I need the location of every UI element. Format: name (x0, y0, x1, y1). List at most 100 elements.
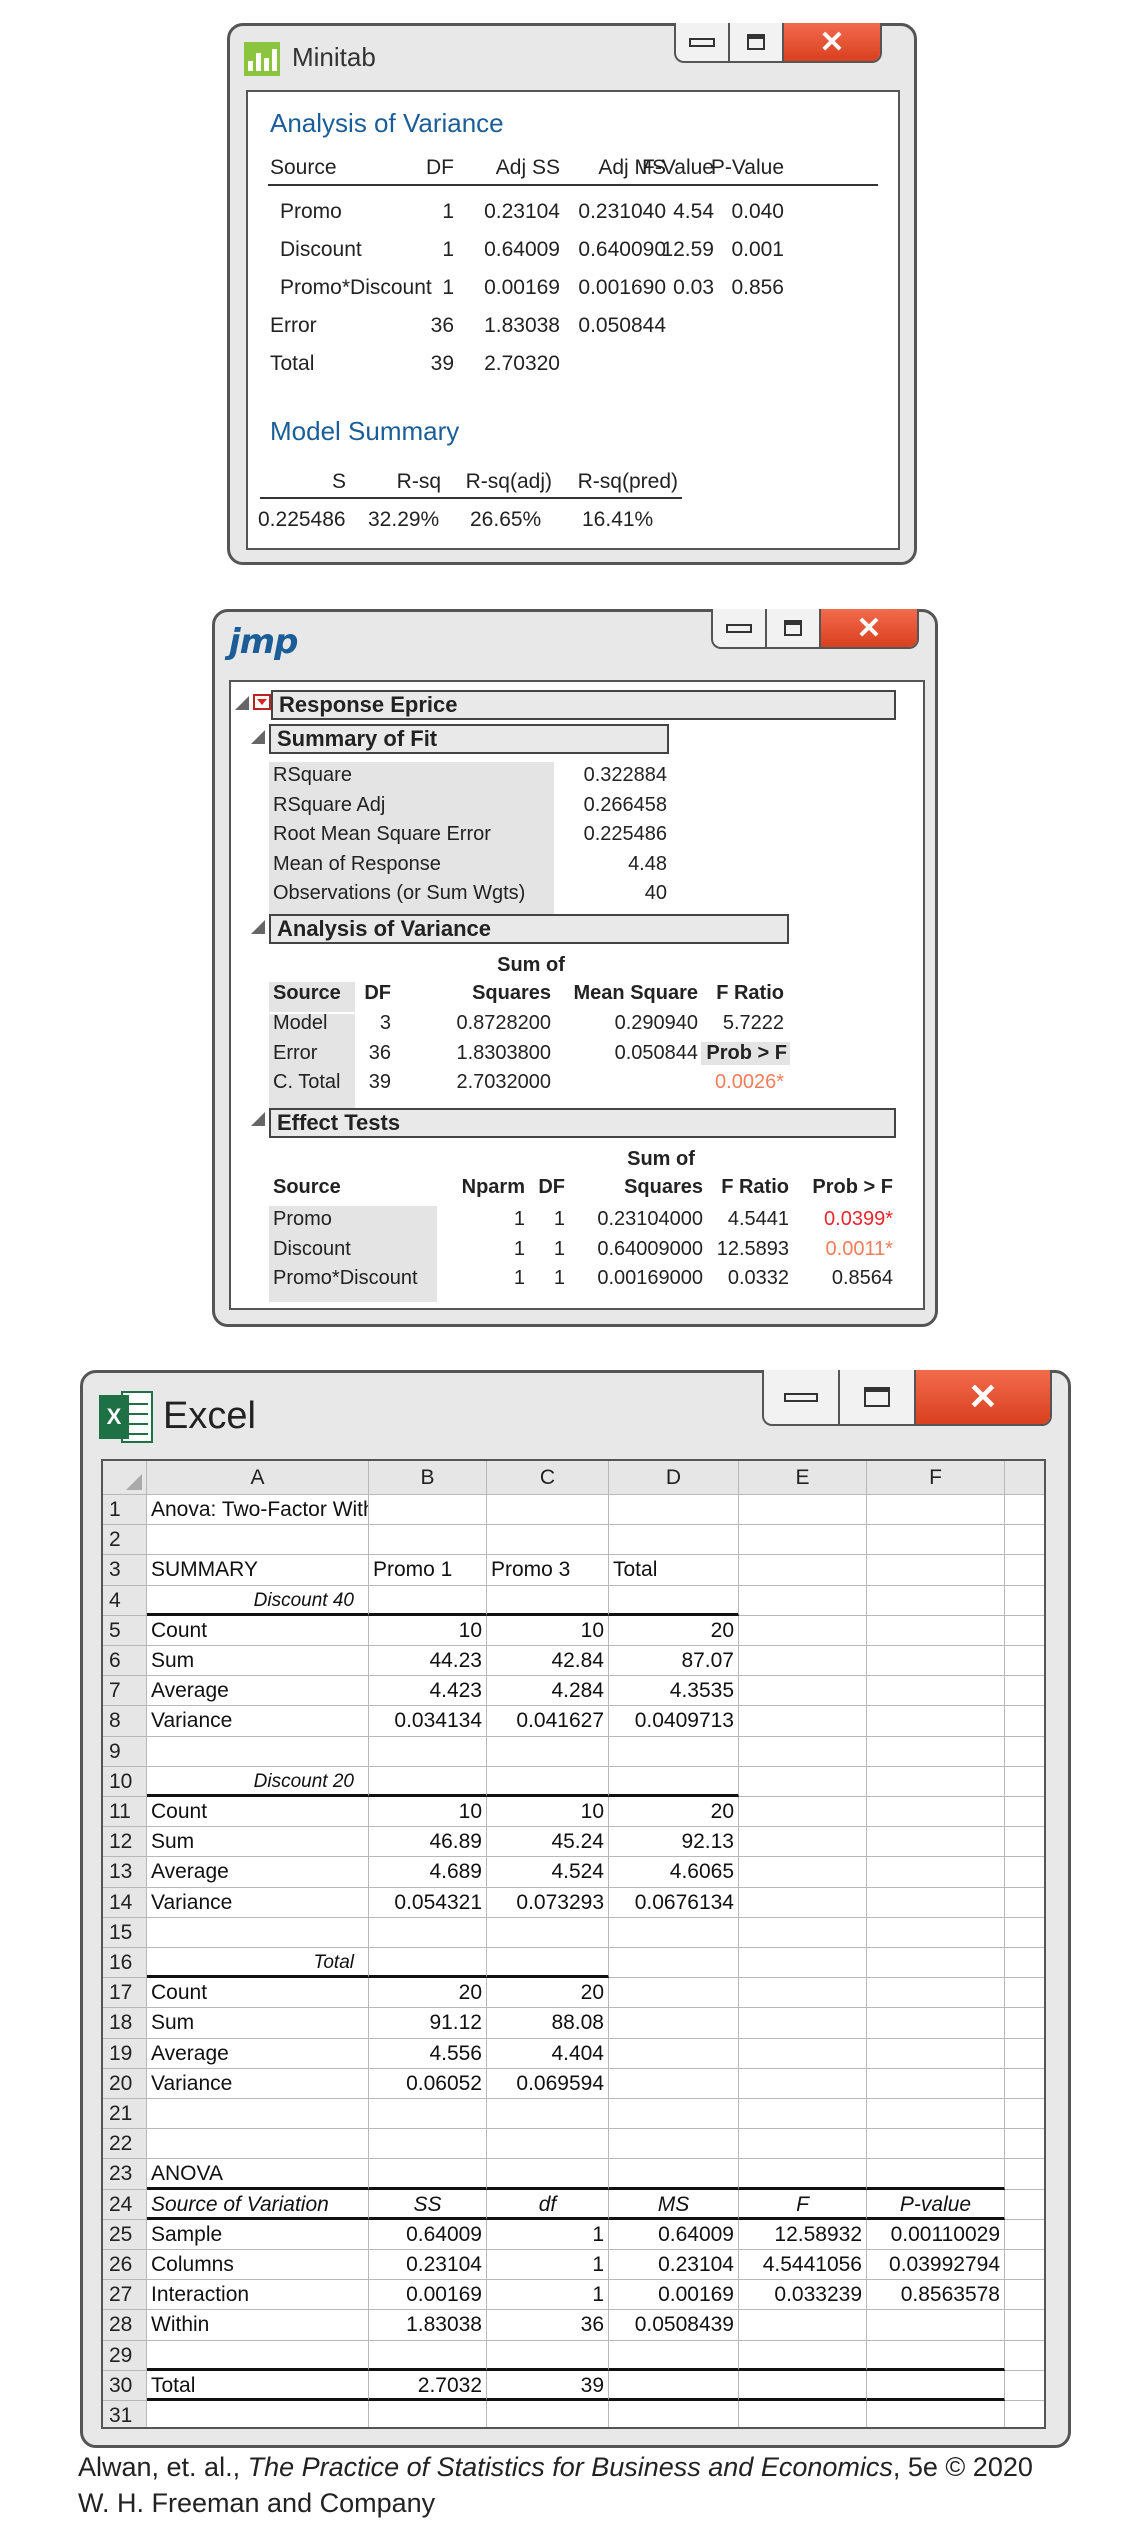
spreadsheet-cell[interactable]: 92.13 (609, 1827, 739, 1858)
spreadsheet-cell[interactable]: 42.84 (487, 1646, 609, 1677)
spreadsheet-cell-blank[interactable] (1005, 1706, 1044, 1737)
spreadsheet-cell[interactable] (739, 1736, 867, 1767)
row-header[interactable]: 27 (103, 2280, 147, 2311)
spreadsheet-cell[interactable] (867, 2159, 1005, 2190)
spreadsheet-cell[interactable]: Interaction (147, 2280, 369, 2311)
spreadsheet-cell[interactable] (867, 2310, 1005, 2341)
spreadsheet-cell[interactable]: 12.58932 (739, 2219, 867, 2250)
spreadsheet-cell[interactable] (739, 2038, 867, 2069)
spreadsheet-cell[interactable] (609, 1948, 739, 1979)
spreadsheet-cell[interactable] (369, 1766, 487, 1797)
spreadsheet-cell[interactable]: Total (147, 1948, 369, 1979)
spreadsheet-cell[interactable] (739, 2310, 867, 2341)
spreadsheet-cell[interactable]: 44.23 (369, 1646, 487, 1677)
close-button[interactable]: ✕ (916, 1370, 1050, 1424)
row-header[interactable]: 1 (103, 1495, 147, 1526)
spreadsheet-cell[interactable] (147, 2401, 369, 2427)
minimize-button[interactable] (764, 1370, 840, 1424)
spreadsheet-cell[interactable] (867, 1706, 1005, 1737)
spreadsheet-cell[interactable] (867, 2340, 1005, 2371)
spreadsheet-cell-blank[interactable] (1005, 1797, 1044, 1828)
spreadsheet-cell[interactable]: 4.3535 (609, 1676, 739, 1707)
spreadsheet-cell[interactable]: Total (147, 2370, 369, 2401)
anova-section-bar[interactable]: Analysis of Variance (269, 914, 789, 944)
spreadsheet-cell[interactable]: 1 (487, 2219, 609, 2250)
spreadsheet-cell[interactable] (867, 1827, 1005, 1858)
spreadsheet-cell[interactable] (867, 1978, 1005, 2009)
spreadsheet-cell[interactable] (147, 1917, 369, 1948)
spreadsheet-cell[interactable]: 0.03992794 (867, 2250, 1005, 2281)
row-header[interactable]: 24 (103, 2189, 147, 2220)
spreadsheet-cell[interactable]: Average (147, 2038, 369, 2069)
spreadsheet-cell[interactable] (739, 1706, 867, 1737)
spreadsheet-cell[interactable]: 4.5441056 (739, 2250, 867, 2281)
spreadsheet-cell[interactable]: Variance (147, 1706, 369, 1737)
spreadsheet-cell[interactable] (487, 1948, 609, 1979)
row-header[interactable]: 30 (103, 2370, 147, 2401)
row-header[interactable]: 14 (103, 1887, 147, 1918)
row-header[interactable]: 6 (103, 1646, 147, 1677)
spreadsheet-cell[interactable] (369, 1948, 487, 1979)
spreadsheet-cell[interactable] (609, 2159, 739, 2190)
spreadsheet-cell[interactable] (487, 1585, 609, 1616)
spreadsheet-cell[interactable] (609, 1495, 739, 1526)
spreadsheet-cell[interactable]: 20 (609, 1615, 739, 1646)
column-header[interactable]: F (867, 1461, 1005, 1495)
row-header[interactable]: 17 (103, 1978, 147, 2009)
spreadsheet-cell[interactable] (867, 1736, 1005, 1767)
summary-of-fit-bar[interactable]: Summary of Fit (269, 724, 669, 754)
spreadsheet-cell[interactable]: 1.83038 (369, 2310, 487, 2341)
spreadsheet-cell-blank[interactable] (1005, 2099, 1044, 2130)
spreadsheet-cell-blank[interactable] (1005, 1767, 1044, 1797)
spreadsheet-cell[interactable]: 0.069594 (487, 2068, 609, 2099)
spreadsheet-cell[interactable] (487, 2340, 609, 2371)
spreadsheet-cell[interactable]: Count (147, 1797, 369, 1828)
spreadsheet-cell[interactable]: 0.0508439 (609, 2310, 739, 2341)
row-header[interactable]: 15 (103, 1917, 147, 1948)
spreadsheet-cell[interactable]: Count (147, 1615, 369, 1646)
spreadsheet-cell-blank[interactable] (1005, 2129, 1044, 2160)
spreadsheet-cell[interactable] (739, 1917, 867, 1948)
spreadsheet-cell[interactable] (867, 1495, 1005, 1526)
spreadsheet-cell-blank[interactable] (1005, 1827, 1044, 1858)
spreadsheet-cell[interactable] (609, 1525, 739, 1556)
spreadsheet-cell[interactable] (867, 1555, 1005, 1586)
spreadsheet-cell[interactable] (147, 1525, 369, 1556)
row-header[interactable]: 3 (103, 1555, 147, 1586)
spreadsheet-cell[interactable]: 87.07 (609, 1646, 739, 1677)
spreadsheet-cell[interactable]: Sum (147, 2008, 369, 2039)
spreadsheet-cell[interactable]: 2.7032 (369, 2370, 487, 2401)
spreadsheet-cell[interactable] (147, 2129, 369, 2160)
spreadsheet-cell[interactable] (609, 2068, 739, 2099)
spreadsheet-cell[interactable] (487, 1525, 609, 1556)
spreadsheet-cell-blank[interactable] (1005, 2008, 1044, 2039)
spreadsheet-cell-blank[interactable] (1005, 1525, 1044, 1556)
spreadsheet-cell[interactable] (487, 2099, 609, 2130)
spreadsheet-cell[interactable] (609, 2099, 739, 2130)
spreadsheet-cell[interactable] (739, 2401, 867, 2427)
row-header[interactable]: 28 (103, 2310, 147, 2341)
spreadsheet-cell[interactable] (739, 1797, 867, 1828)
spreadsheet-cell[interactable] (867, 1646, 1005, 1677)
row-header[interactable]: 12 (103, 1827, 147, 1858)
spreadsheet-cell[interactable] (739, 1676, 867, 1707)
spreadsheet-cell[interactable] (867, 1585, 1005, 1616)
spreadsheet-cell[interactable] (739, 2129, 867, 2160)
spreadsheet-cell[interactable]: Sum (147, 1646, 369, 1677)
close-button[interactable]: ✕ (784, 23, 880, 61)
spreadsheet-cell[interactable]: 0.23104 (609, 2250, 739, 2281)
column-header[interactable]: D (609, 1461, 739, 1495)
row-header[interactable]: 4 (103, 1585, 147, 1616)
spreadsheet-cell[interactable]: 0.06052 (369, 2068, 487, 2099)
column-header[interactable]: A (147, 1461, 369, 1495)
spreadsheet-cell[interactable] (739, 2068, 867, 2099)
spreadsheet-cell[interactable]: 0.64009 (369, 2219, 487, 2250)
spreadsheet-cell[interactable] (867, 2068, 1005, 2099)
row-header[interactable]: 31 (103, 2401, 147, 2427)
spreadsheet-cell[interactable] (487, 1917, 609, 1948)
spreadsheet-cell[interactable]: ANOVA (147, 2159, 369, 2190)
spreadsheet-cell-blank[interactable] (1005, 1857, 1044, 1888)
spreadsheet-cell-blank[interactable] (1005, 2039, 1044, 2069)
spreadsheet-cell[interactable]: Discount 40 (147, 1585, 369, 1616)
spreadsheet-cell[interactable]: 36 (487, 2310, 609, 2341)
